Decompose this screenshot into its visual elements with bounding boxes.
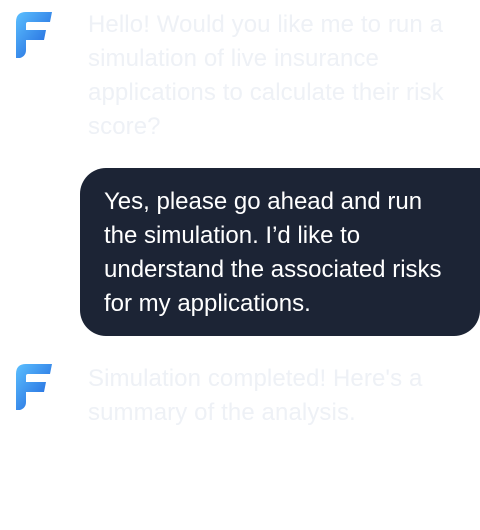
assistant-message-text: Simulation completed! Here's a summary o… (88, 365, 423, 426)
user-message-text: Yes, please go ahead and run the simulat… (104, 188, 442, 317)
chat-thread: Hello! Would you like me to run a simula… (0, 0, 480, 530)
brand-f-logo-icon (16, 12, 52, 58)
brand-f-logo-icon (16, 364, 52, 410)
assistant-message-text: Hello! Would you like me to run a simula… (88, 11, 444, 140)
user-message-bubble: Yes, please go ahead and run the simulat… (80, 168, 480, 336)
